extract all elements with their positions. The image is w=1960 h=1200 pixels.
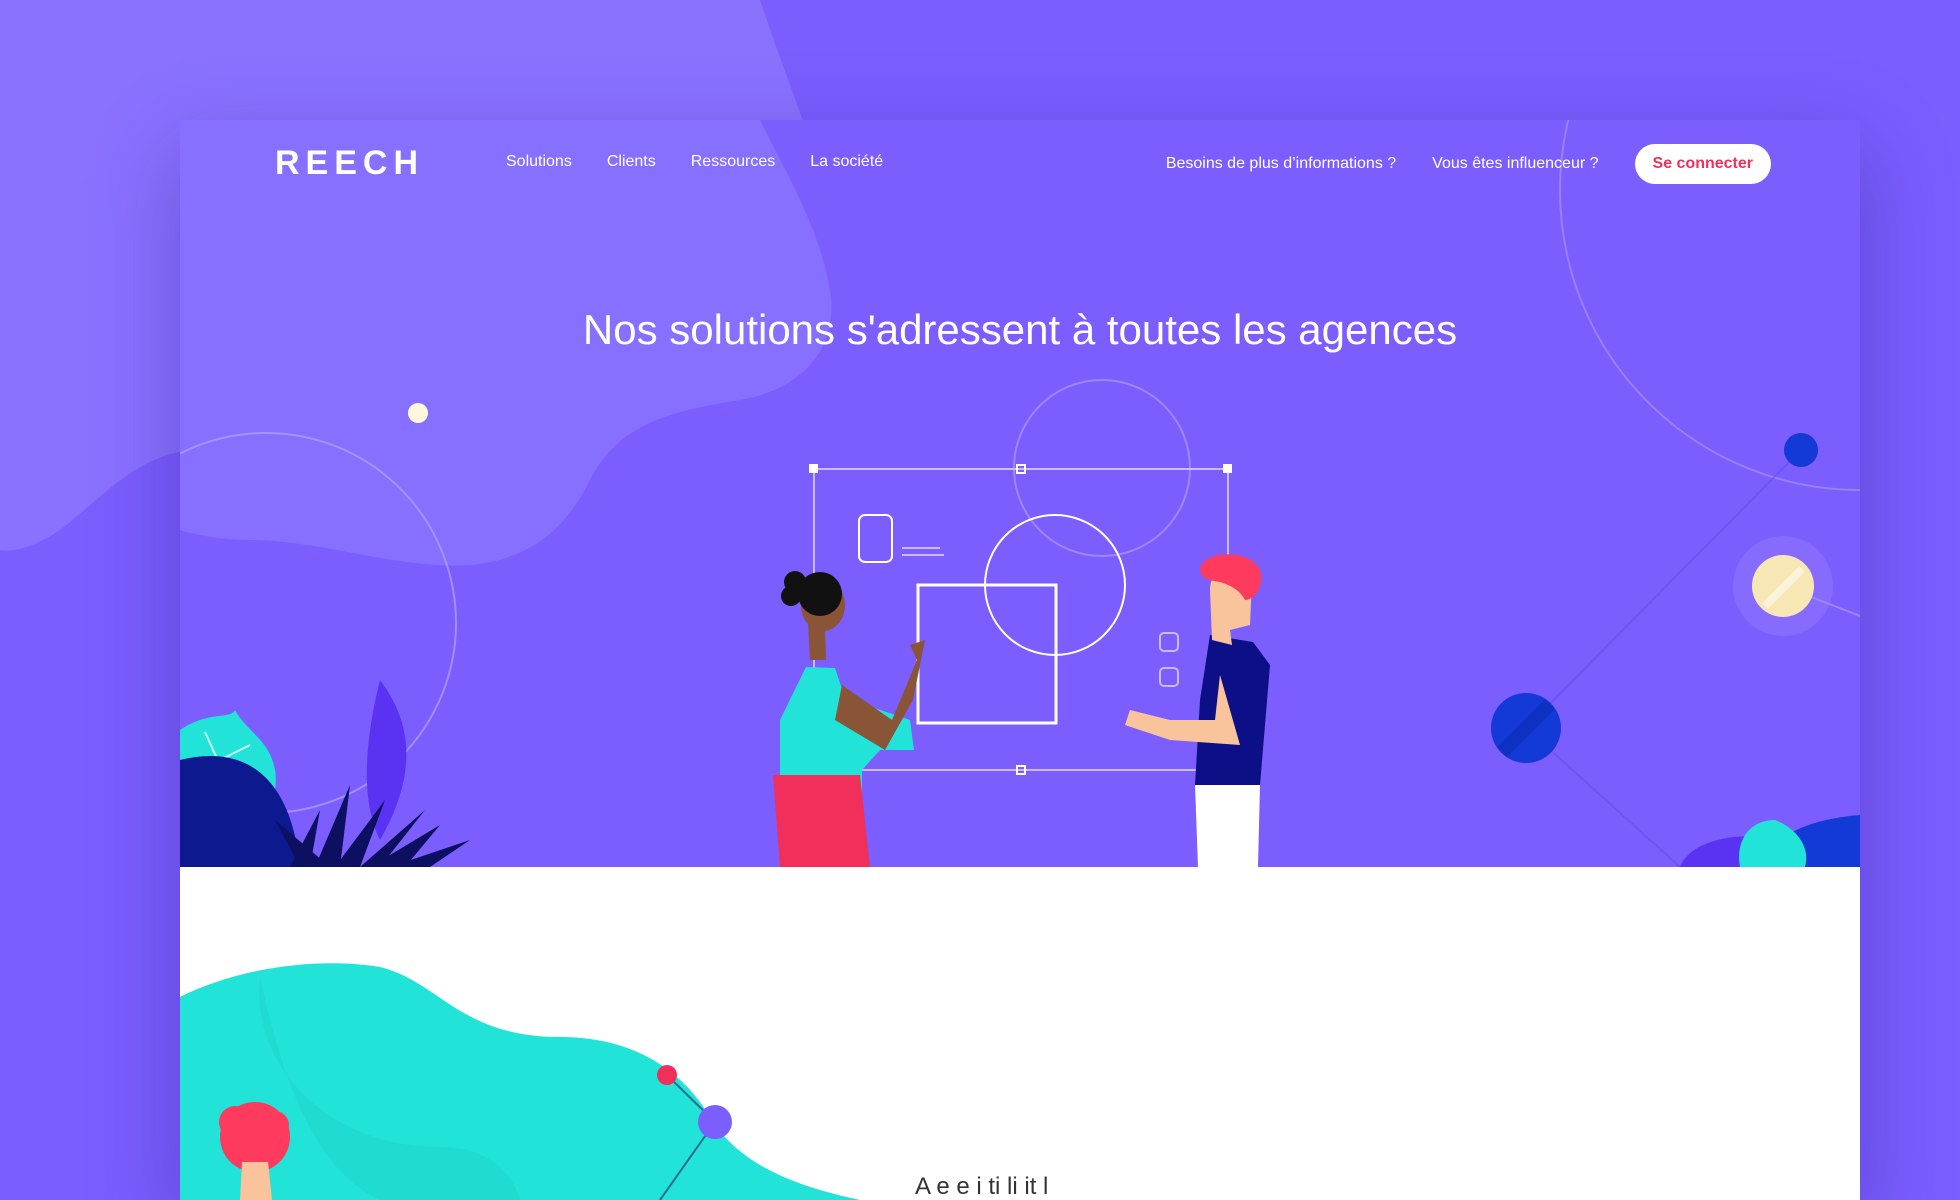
lower-illustration [180,963,860,1200]
nav-link-clients[interactable]: Clients [607,153,656,171]
hero-title: Nos solutions s'adressent à toutes les a… [582,306,1458,353]
lower-section-text: A e e i ti li it l [915,1173,1049,1200]
login-button[interactable]: Se connecter [1634,144,1771,184]
lower-section: A e e i ti li it l [180,867,1860,1200]
hero-section: REECH Solutions Clients Ressources La so… [180,120,1860,867]
nav-link-ressources[interactable]: Ressources [691,153,775,171]
reech-logo[interactable]: REECH [275,144,424,183]
browser-frame: REECH Solutions Clients Ressources La so… [180,120,1860,1200]
nav-secondary-links: Besoins de plus d’informations ? Vous êt… [1166,144,1771,184]
nav-link-la-societe[interactable]: La société [810,153,883,171]
nav-link-more-info[interactable]: Besoins de plus d’informations ? [1166,155,1396,173]
nav-link-solutions[interactable]: Solutions [506,153,572,171]
top-navigation: REECH Solutions Clients Ressources La so… [180,120,1860,250]
nav-main-links: Solutions Clients Ressources La société [506,153,918,171]
nav-link-influencer[interactable]: Vous êtes influenceur ? [1432,155,1598,173]
